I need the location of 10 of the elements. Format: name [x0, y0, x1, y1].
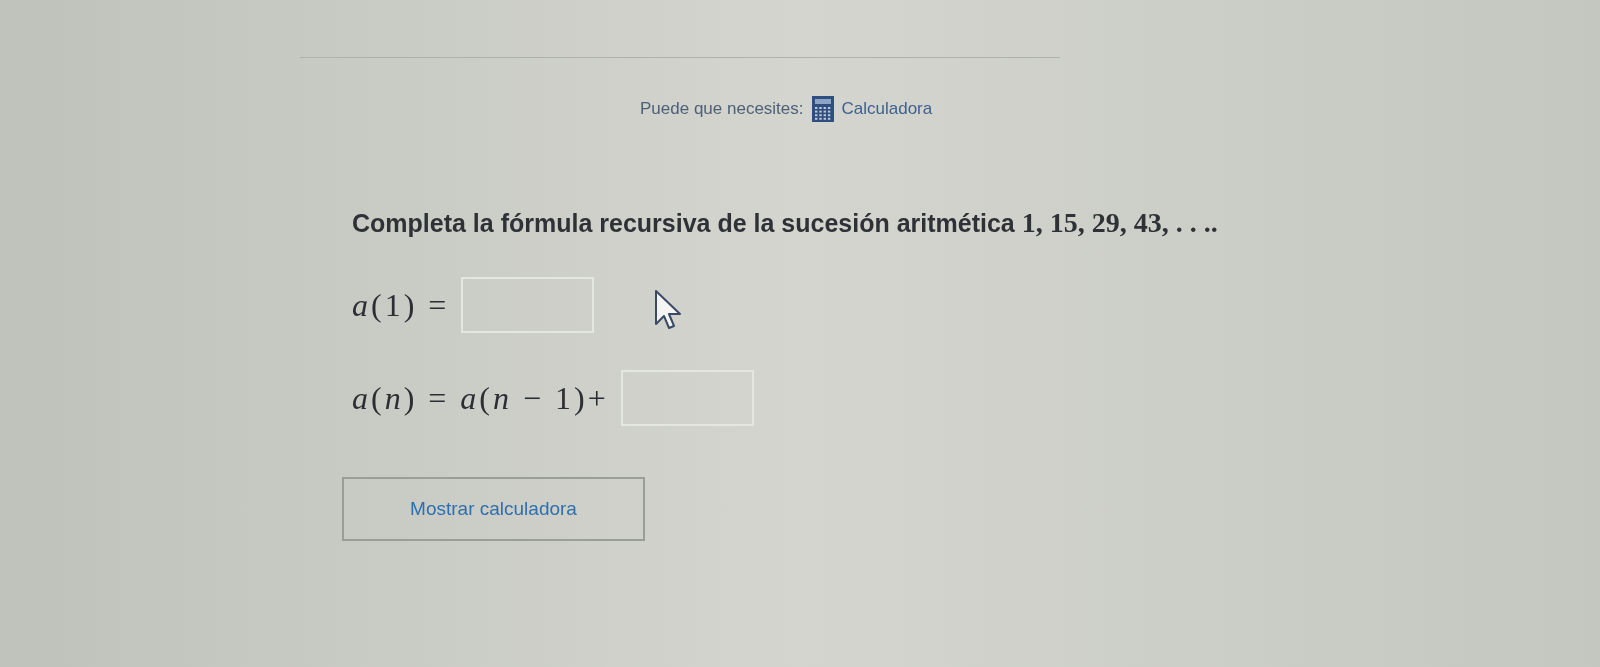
calculator-link[interactable]: Calculadora — [841, 96, 933, 122]
question-text: Completa la fórmula recursiva de la sucesión aritmética 1, 15, 29, 43, . . .. — [352, 206, 1218, 240]
answer-field[interactable] — [461, 277, 595, 333]
calculator-icon — [811, 96, 834, 122]
hint-label: Puede que necesites: — [640, 98, 804, 121]
equation-text: a(n) = a(n − 1)+ — [352, 379, 609, 418]
equation-text: a(1) = — [352, 286, 450, 325]
answer-field[interactable] — [620, 370, 754, 426]
show-calculator-button[interactable]: Mostrar calculadora — [342, 477, 645, 541]
cursor-icon — [655, 290, 681, 330]
